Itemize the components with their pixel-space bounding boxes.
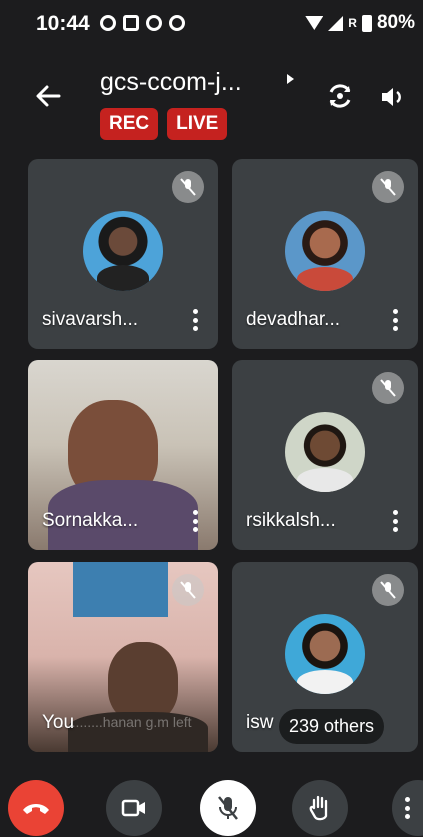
mic-off-icon [172, 574, 204, 606]
avatar [83, 211, 163, 291]
meeting-title[interactable]: gcs-ccom-j... [100, 68, 242, 97]
signal-icon [328, 15, 344, 31]
avatar [285, 211, 365, 291]
status-bar: 10:44 R 80% [0, 0, 423, 48]
participant-name: Sornakka... [42, 510, 139, 531]
notification-icon [146, 15, 162, 31]
participant-tile[interactable]: rsikkalsh... [232, 360, 418, 550]
switch-camera-icon [329, 84, 351, 108]
call-controls [0, 768, 423, 837]
end-call-button[interactable] [8, 780, 64, 836]
participant-tile[interactable]: devadhar... [232, 159, 418, 349]
notification-icon [100, 15, 116, 31]
participant-tile[interactable]: Sornakka... [28, 360, 218, 550]
participant-name: devadhar... [246, 309, 341, 330]
live-badge: LIVE [167, 108, 228, 140]
participant-name: isw [246, 712, 274, 733]
chevron-right-icon[interactable] [287, 74, 294, 84]
battery-level: 80% [376, 12, 415, 33]
raise-hand-button[interactable] [292, 780, 348, 836]
status-right: R 80% [305, 12, 415, 34]
videocam-icon [121, 799, 145, 817]
arrow-back-icon [36, 85, 61, 107]
participant-name: rsikkalsh... [246, 510, 336, 531]
recording-badge: REC [100, 108, 159, 140]
camera-button[interactable] [106, 780, 162, 836]
more-vert-icon[interactable] [390, 309, 400, 331]
notification-icons [100, 15, 185, 31]
wifi-icon [305, 16, 324, 30]
mic-off-icon [372, 171, 404, 203]
mic-off-icon [372, 372, 404, 404]
speaker-button[interactable] [378, 82, 408, 112]
battery-icon [361, 14, 372, 32]
meeting-header: gcs-ccom-j... REC LIVE [0, 48, 423, 158]
roaming-mark: R [348, 16, 357, 30]
mic-off-icon [218, 796, 238, 820]
switch-camera-button[interactable] [322, 78, 358, 114]
participant-name: sivavarsh... [42, 309, 139, 330]
mic-off-icon [172, 171, 204, 203]
avatar [285, 412, 365, 492]
mic-button[interactable] [200, 780, 256, 836]
participant-tile[interactable]: sivavarsh... [28, 159, 218, 349]
more-vert-icon [404, 797, 410, 819]
avatar [285, 614, 365, 694]
status-badges: REC LIVE [100, 108, 228, 140]
call-end-icon [23, 804, 49, 814]
volume-up-icon [382, 88, 401, 106]
participant-left-toast: ...........hanan g.m left [60, 714, 192, 730]
back-button[interactable] [30, 78, 66, 114]
raise-hand-icon [309, 795, 328, 821]
more-options-button[interactable] [392, 780, 423, 836]
more-vert-icon[interactable] [390, 510, 400, 532]
status-time: 10:44 [36, 12, 90, 35]
mic-off-icon [372, 574, 404, 606]
notification-icon [169, 15, 185, 31]
others-count[interactable]: 239 others [279, 709, 385, 744]
more-vert-icon[interactable] [190, 510, 200, 532]
notification-icon [123, 15, 139, 31]
more-vert-icon[interactable] [190, 309, 200, 331]
